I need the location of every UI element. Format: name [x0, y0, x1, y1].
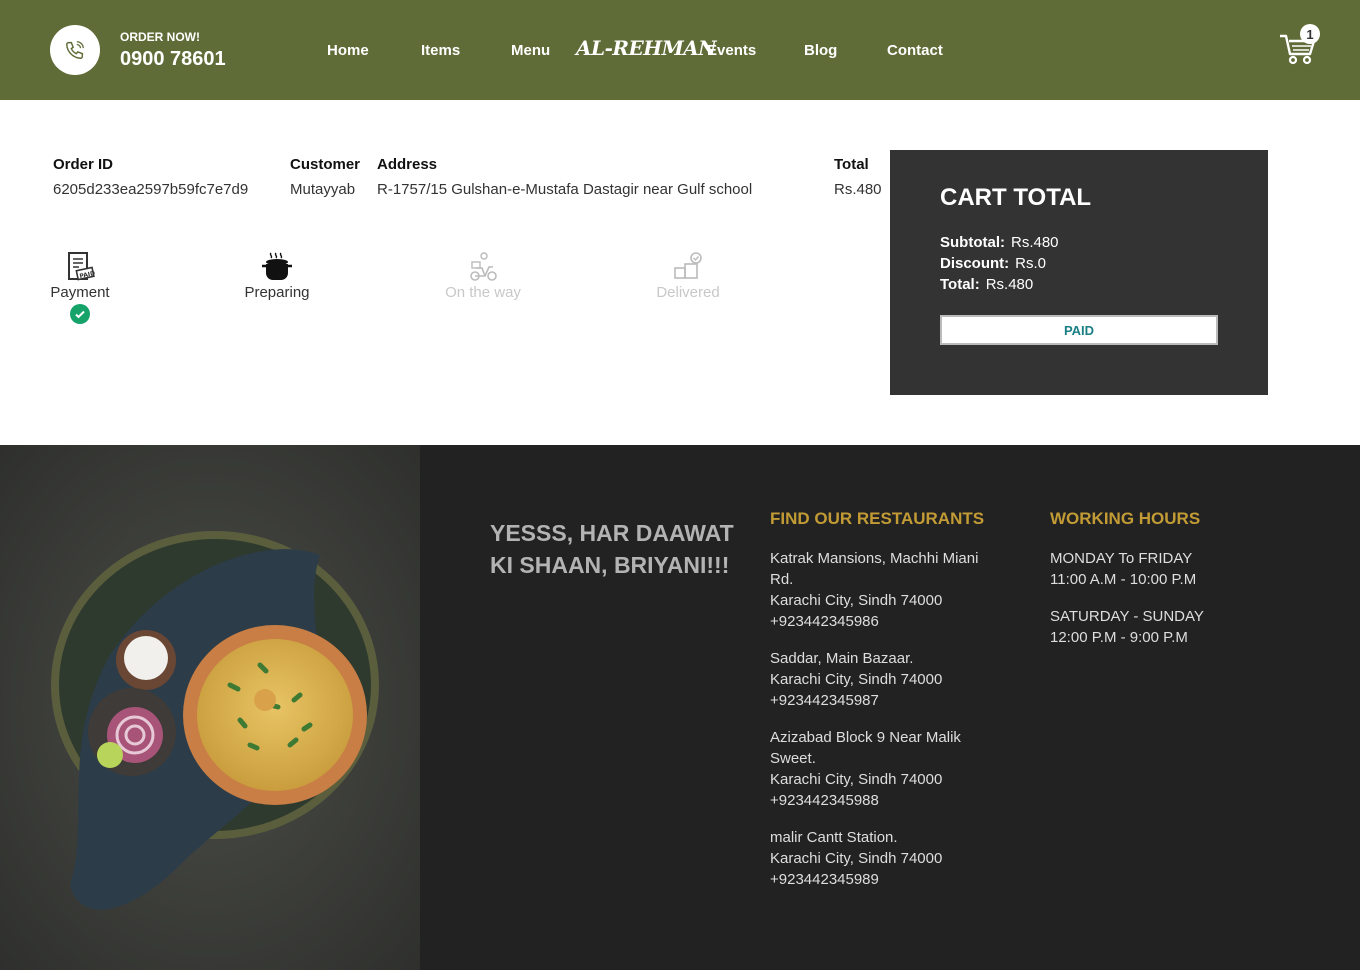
subtotal-value: Rs.480: [1011, 234, 1059, 251]
stage-delivered-label: Delivered: [656, 284, 720, 301]
phone-icon: [66, 41, 84, 59]
hours-time: 11:00 A.M - 10:00 P.M: [1050, 571, 1197, 588]
hours-days: SATURDAY - SUNDAY: [1050, 608, 1204, 625]
navbar: ORDER NOW! 0900 78601 Home Items Menu AL…: [0, 0, 1360, 100]
cart-total-panel: CART TOTAL Subtotal: Rs.480 Discount: Rs.0…: [890, 150, 1268, 395]
nav-events[interactable]: Events: [707, 42, 756, 59]
discount-row: Discount: Rs.0: [940, 255, 1046, 272]
address-header: Address: [377, 156, 438, 173]
restaurant-phone[interactable]: +923442345989: [770, 869, 1000, 890]
restaurant-phone[interactable]: +923442345987: [770, 690, 1000, 711]
paid-receipt-icon: PAID: [68, 252, 96, 281]
restaurant-phone[interactable]: +923442345986: [770, 611, 1000, 632]
order-id-value: 6205d233ea2597b59fc7e7d9: [53, 181, 249, 198]
restaurant-address: Katrak Mansions, Machhi Miani Rd.: [770, 550, 979, 588]
total-value: Rs.480: [834, 181, 882, 198]
hours-days: MONDAY To FRIDAY: [1050, 550, 1193, 567]
subtotal-row: Subtotal: Rs.480: [940, 234, 1059, 251]
customer-header: Customer: [290, 156, 361, 173]
biryani-image: [0, 445, 420, 970]
total-header: Total: [834, 156, 869, 173]
hours-weekdays: MONDAY To FRIDAY 11:00 A.M - 10:00 P.M: [1050, 548, 1290, 590]
restaurant-phone[interactable]: +923442345988: [770, 790, 1000, 811]
check-icon: [70, 304, 90, 324]
delivered-package-icon: [674, 252, 702, 279]
order-now-label: ORDER NOW!: [120, 30, 200, 44]
hours-weekend: SATURDAY - SUNDAY 12:00 P.M - 9:00 P.M: [1050, 606, 1290, 648]
stage-payment: PAID Payment: [20, 250, 140, 301]
phone-number[interactable]: 0900 78601: [120, 48, 226, 71]
restaurant-city: Karachi City, Sindh 74000: [770, 850, 943, 867]
restaurant-city: Karachi City, Sindh 74000: [770, 771, 943, 788]
total-label: Total:: [940, 276, 980, 293]
stage-delivered: Delivered: [628, 250, 748, 301]
paid-button[interactable]: PAID: [940, 315, 1218, 345]
delivery-scooter-icon: [470, 252, 497, 281]
restaurant-location-3: Azizabad Block 9 Near Malik Sweet. Karac…: [770, 727, 1000, 811]
discount-value: Rs.0: [1015, 255, 1047, 272]
restaurant-address: Azizabad Block 9 Near Malik Sweet.: [770, 729, 961, 767]
stage-preparing: Preparing: [217, 250, 337, 301]
restaurant-address: malir Cantt Station.: [770, 829, 898, 846]
phone-badge[interactable]: [50, 25, 100, 75]
restaurant-location-1: Katrak Mansions, Machhi Miani Rd. Karach…: [770, 548, 1000, 632]
stage-on-the-way: On the way: [423, 250, 543, 301]
restaurant-city: Karachi City, Sindh 74000: [770, 671, 943, 688]
hours-title: WORKING HOURS: [1050, 509, 1201, 528]
hours-time: 12:00 P.M - 9:00 P.M: [1050, 629, 1188, 646]
total-row: Total: Rs.480: [940, 276, 1033, 293]
cart-total-title: CART TOTAL: [940, 184, 1092, 211]
customer-value: Mutayyab: [290, 181, 356, 198]
restaurant-location-2: Saddar, Main Bazaar. Karachi City, Sindh…: [770, 648, 1000, 711]
stage-on-the-way-label: On the way: [445, 284, 521, 301]
restaurant-location-4: malir Cantt Station. Karachi City, Sindh…: [770, 827, 1000, 890]
order-id-header: Order ID: [53, 156, 114, 173]
brand-logo[interactable]: AL-REHMAN: [576, 36, 717, 60]
nav-home[interactable]: Home: [327, 42, 369, 59]
total-amount: Rs.480: [985, 276, 1034, 293]
address-value: R-1757/15 Gulshan-e-Mustafa Dastagir nea…: [377, 181, 753, 198]
restaurant-address: Saddar, Main Bazaar.: [770, 650, 914, 667]
footer: YESSS, HAR DAAWAT KI SHAAN, BRIYANI!!! F…: [0, 445, 1360, 970]
stage-payment-label: Payment: [50, 284, 110, 301]
stage-preparing-label: Preparing: [244, 284, 310, 301]
cart-count-badge: 1: [1300, 24, 1320, 44]
restaurant-city: Karachi City, Sindh 74000: [770, 592, 943, 609]
discount-label: Discount:: [940, 255, 1010, 272]
restaurants-title: FIND OUR RESTAURANTS: [770, 509, 985, 528]
subtotal-label: Subtotal:: [940, 234, 1005, 251]
nav-blog[interactable]: Blog: [804, 42, 837, 59]
nav-items[interactable]: Items: [421, 42, 460, 59]
nav-contact[interactable]: Contact: [887, 42, 943, 59]
nav-menu[interactable]: Menu: [511, 42, 550, 59]
cooking-pot-icon: [262, 252, 292, 280]
footer-slogan: YESSS, HAR DAAWAT KI SHAAN, BRIYANI!!!: [490, 520, 734, 578]
